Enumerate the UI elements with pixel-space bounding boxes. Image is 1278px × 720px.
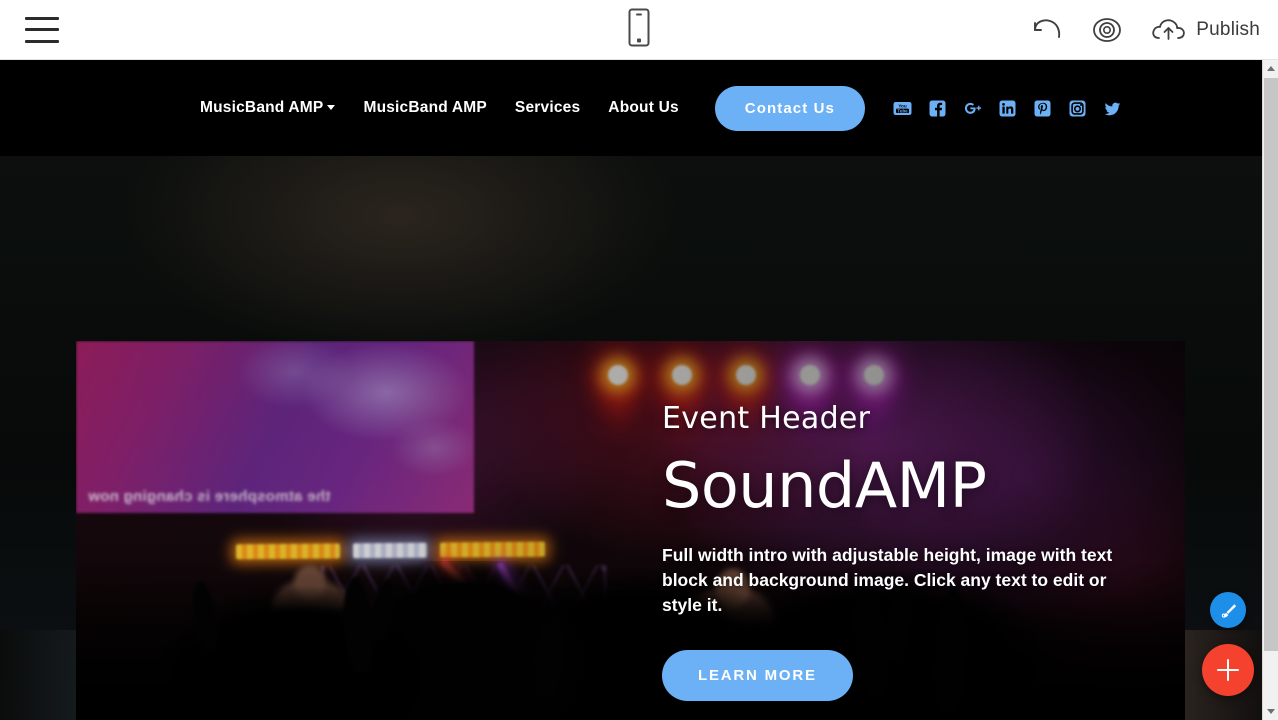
google-plus-icon[interactable] — [963, 99, 982, 118]
nav-link-services[interactable]: Services — [515, 99, 580, 117]
page-preview-canvas[interactable]: MusicBand AMP MusicBand AMP Services Abo… — [0, 60, 1262, 720]
editor-actions: Publish — [1029, 15, 1260, 45]
hero-title[interactable]: SoundAMP — [662, 454, 1162, 517]
nav-link-musicband-amp-dropdown[interactable]: MusicBand AMP — [200, 99, 336, 117]
facebook-icon[interactable] — [928, 99, 947, 118]
nav-link-about-us[interactable]: About Us — [608, 99, 678, 117]
vertical-scrollbar[interactable] — [1262, 60, 1278, 720]
site-navbar[interactable]: MusicBand AMP MusicBand AMP Services Abo… — [0, 60, 1262, 156]
svg-text:Tube: Tube — [897, 108, 908, 113]
scroll-down-arrow-icon[interactable] — [1263, 703, 1278, 720]
social-links: You Tube — [893, 99, 1122, 118]
hamburger-line — [25, 16, 59, 20]
add-block-button[interactable] — [1202, 644, 1254, 696]
hero-text-block[interactable]: Event Header SoundAMP Full width intro w… — [662, 401, 1162, 701]
publish-button[interactable]: Publish — [1149, 15, 1260, 45]
twitter-icon[interactable] — [1103, 99, 1122, 118]
linkedin-icon[interactable] — [998, 99, 1017, 118]
hamburger-menu-icon[interactable] — [25, 16, 59, 43]
scrollbar-thumb[interactable] — [1264, 78, 1278, 651]
navbar-inner: MusicBand AMP MusicBand AMP Services Abo… — [200, 85, 1122, 131]
nav-link-label: MusicBand AMP — [200, 99, 324, 116]
paintbrush-icon[interactable] — [1210, 592, 1246, 628]
youtube-icon[interactable]: You Tube — [893, 99, 912, 118]
mobile-device-icon[interactable] — [627, 7, 651, 52]
hero-kicker[interactable]: Event Header — [662, 401, 1162, 436]
chevron-up-icon — [1267, 66, 1275, 71]
contact-us-button[interactable]: Contact Us — [714, 85, 865, 131]
instagram-icon[interactable] — [1068, 99, 1087, 118]
learn-more-button[interactable]: LEARN MORE — [662, 649, 853, 701]
editor-toolbar: Publish — [0, 0, 1278, 60]
publish-label: Publish — [1196, 18, 1260, 40]
plus-icon — [1226, 659, 1230, 681]
hero-paragraph[interactable]: Full width intro with adjustable height,… — [662, 543, 1144, 618]
hero-content-block[interactable]: the atmosphere is changing now — [76, 341, 1185, 720]
undo-arrow-icon[interactable] — [1029, 15, 1065, 45]
floating-action-buttons — [1202, 592, 1254, 696]
cloud-upload-icon — [1149, 15, 1189, 45]
hamburger-line — [25, 39, 59, 43]
hamburger-line — [25, 28, 59, 31]
nav-link-musicband-amp[interactable]: MusicBand AMP — [363, 99, 486, 117]
scroll-up-arrow-icon[interactable] — [1263, 60, 1278, 77]
hero-section[interactable]: the atmosphere is changing now — [0, 156, 1262, 720]
chevron-down-icon — [1267, 709, 1275, 714]
chevron-down-icon — [327, 105, 336, 111]
pinterest-icon[interactable] — [1033, 99, 1052, 118]
eye-preview-icon[interactable] — [1087, 16, 1127, 44]
